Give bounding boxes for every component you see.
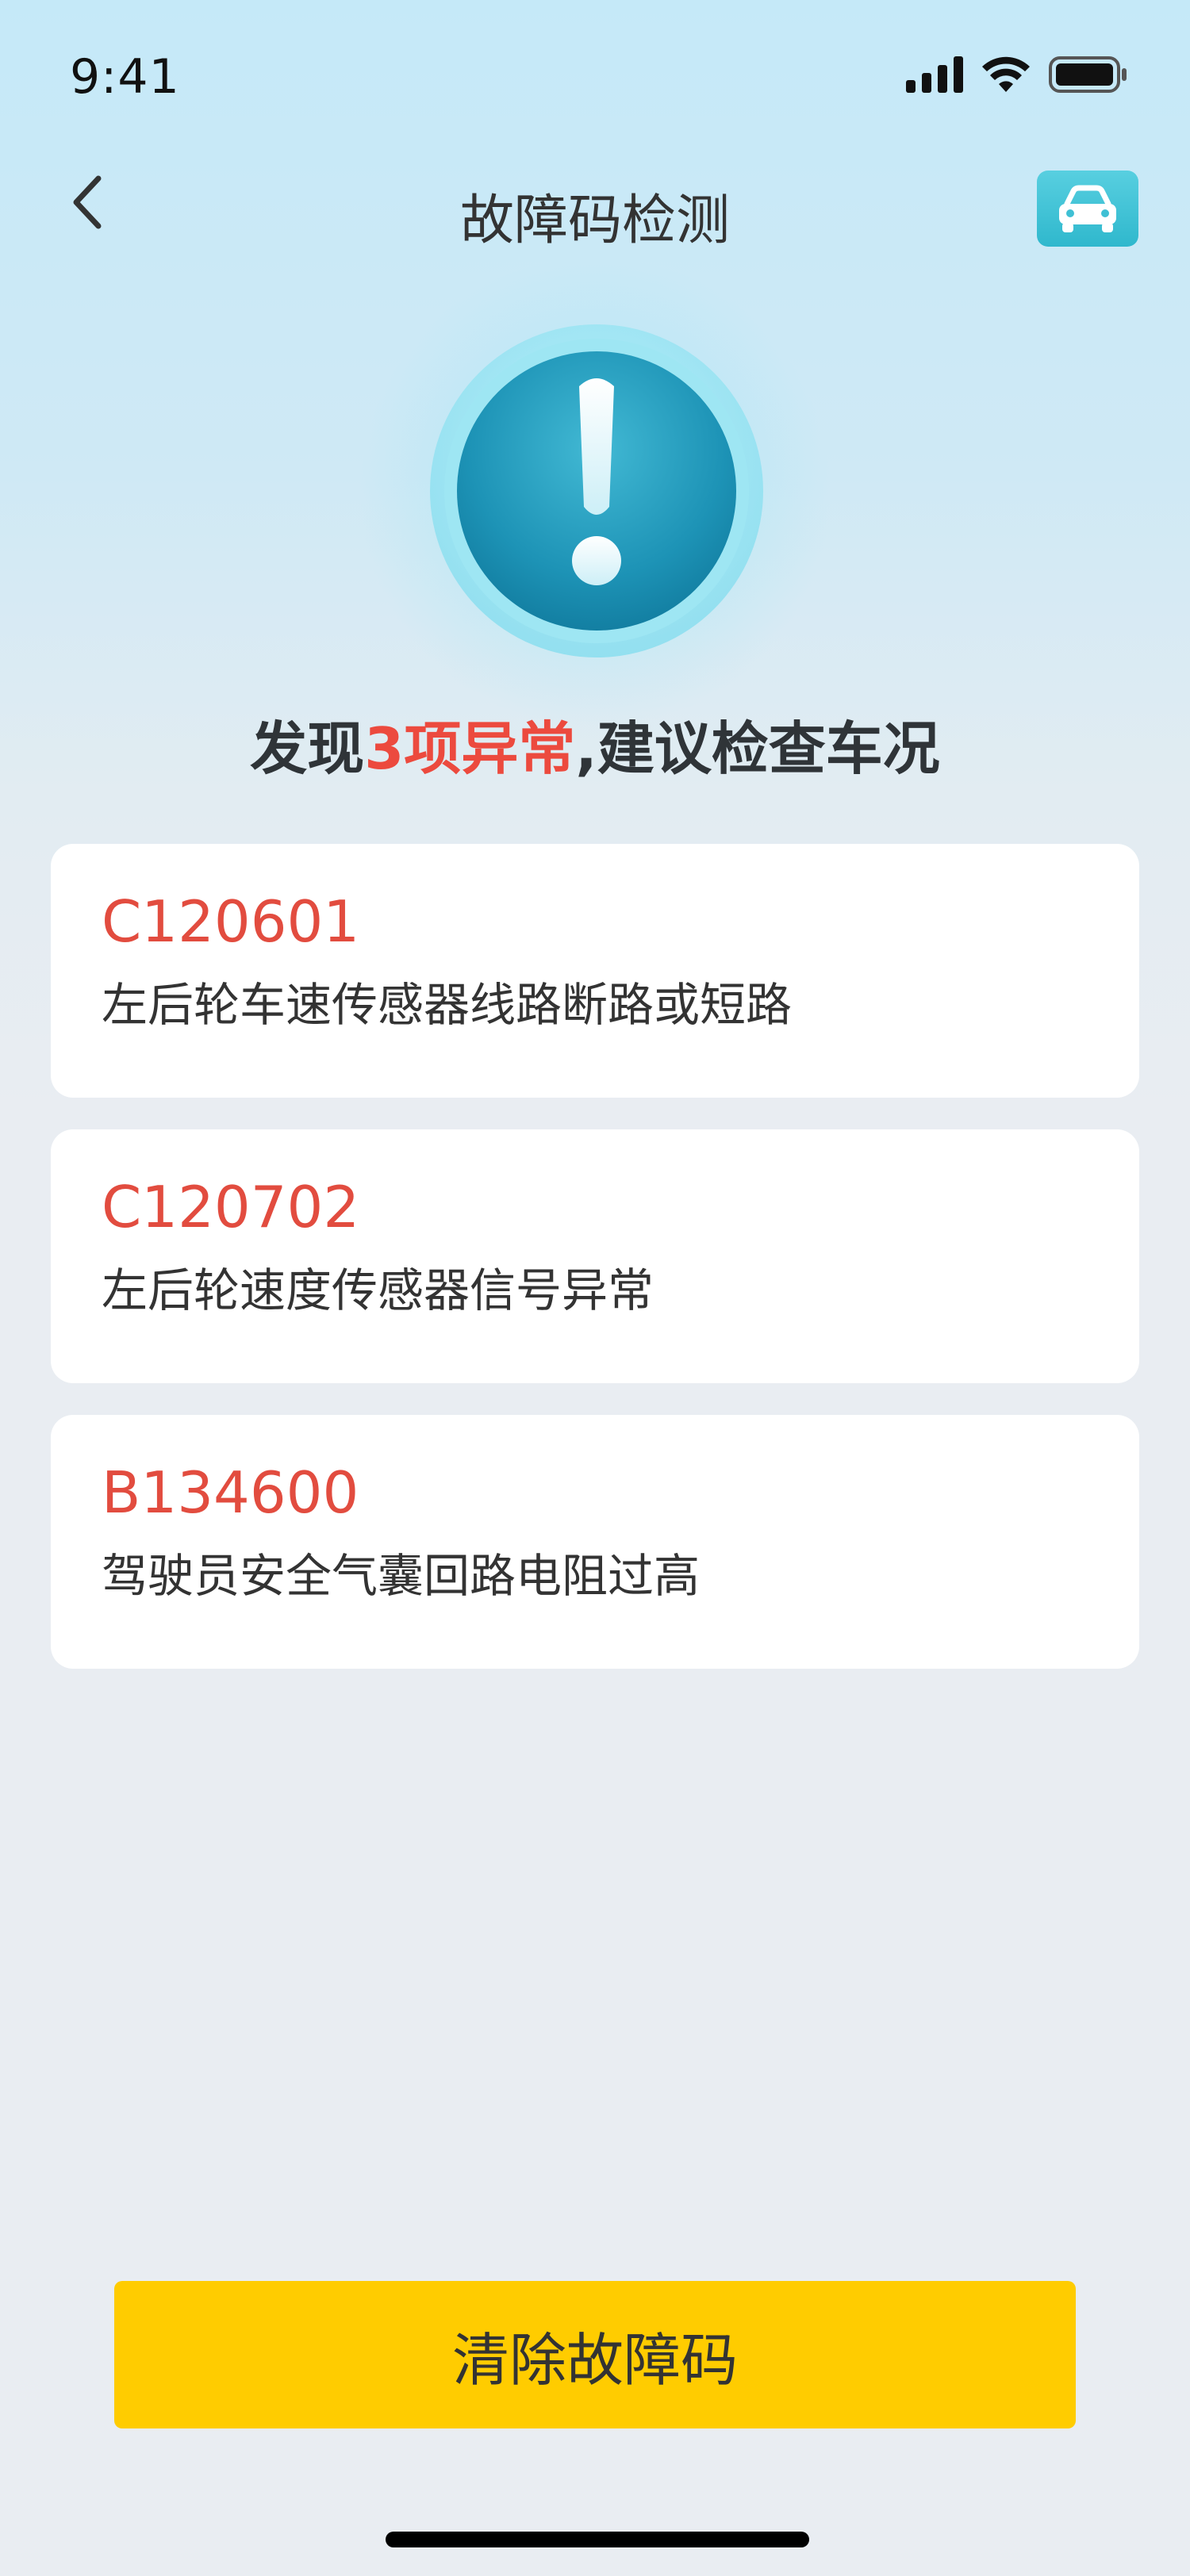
cellular-signal-icon [906,56,963,93]
status-bar: 9:41 [0,0,1190,159]
fault-description: 左后轮速度传感器信号异常 [102,1263,654,1317]
status-icons [906,56,1128,94]
fault-code: C120601 [102,888,360,955]
car-icon [1059,185,1116,232]
fault-card[interactable]: C120601 左后轮车速传感器线路断路或短路 [51,844,1139,1098]
fault-description: 驾驶员安全气囊回路电阻过高 [102,1549,701,1603]
battery-icon [1049,56,1127,93]
status-time: 9:41 [70,49,180,105]
fault-code: C120702 [102,1174,360,1240]
fault-card[interactable]: C120702 左后轮速度传感器信号异常 [51,1129,1139,1383]
fault-description: 左后轮车速传感器线路断路或短路 [102,978,793,1032]
fault-code: B134600 [102,1459,359,1526]
summary-highlight: 3项异常 [364,715,576,782]
summary-suffix: ,建议检查车况 [575,715,940,782]
page-title: 故障码检测 [459,190,730,252]
car-button[interactable] [1037,171,1138,247]
summary-prefix: 发现 [250,715,365,782]
fault-card[interactable]: B134600 驾驶员安全气囊回路电阻过高 [51,1415,1139,1669]
home-indicator [386,2532,809,2547]
summary-text: 发现3项异常,建议检查车况 [0,702,1190,785]
exclamation-icon [430,324,763,657]
clear-fault-codes-button[interactable]: 清除故障码 [114,2281,1076,2428]
fault-list: C120601 左后轮车速传感器线路断路或短路 C120702 左后轮速度传感器… [51,844,1139,1700]
wifi-icon [982,56,1030,92]
